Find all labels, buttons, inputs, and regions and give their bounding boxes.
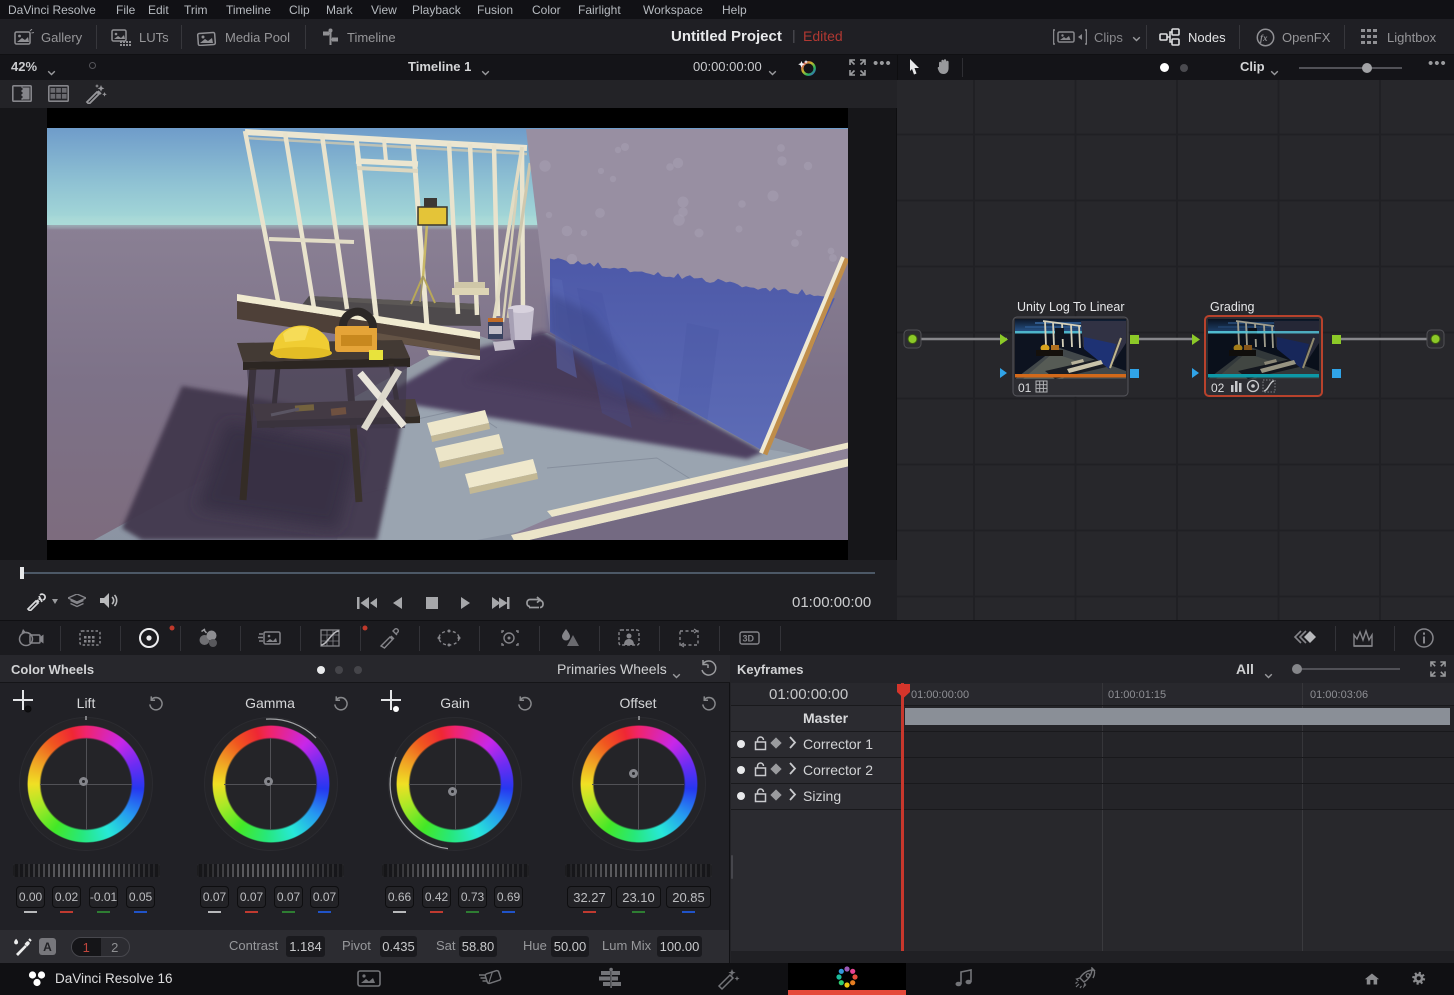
svg-text:01: 01 (1018, 381, 1032, 395)
svg-text:Grading: Grading (1210, 300, 1255, 314)
svg-text:02: 02 (1211, 381, 1225, 395)
svg-text:3D: 3D (743, 634, 755, 644)
svg-text:fx: fx (1260, 33, 1268, 43)
svg-text:Unity Log To Linear: Unity Log To Linear (1017, 300, 1124, 314)
